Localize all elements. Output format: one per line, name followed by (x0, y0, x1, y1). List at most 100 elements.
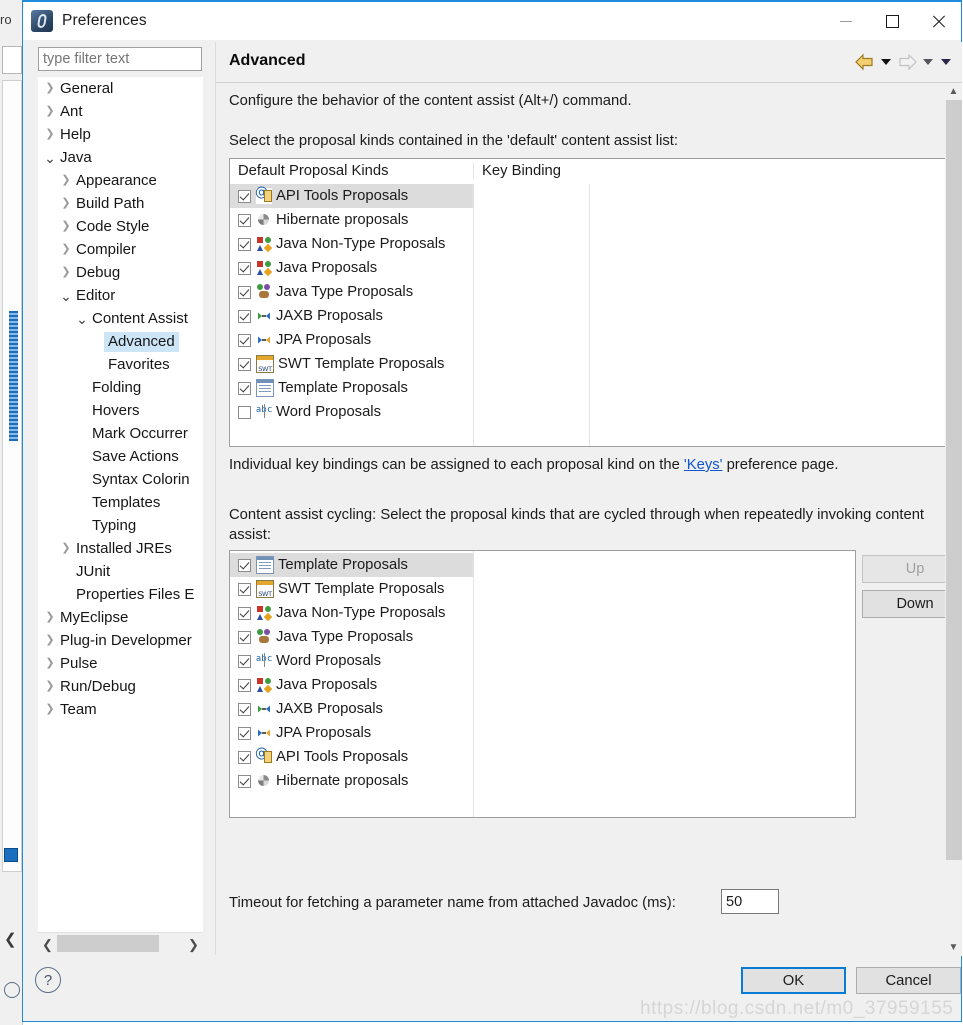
keys-preference-link[interactable]: 'Keys' (684, 457, 723, 473)
content-vscroll-track[interactable] (945, 100, 962, 939)
scroll-up-icon[interactable]: ▲ (945, 83, 962, 100)
chevron-right-icon[interactable]: ❯ (58, 267, 74, 278)
tree-item-ant[interactable]: ❯ Ant (38, 100, 203, 123)
tree-item-help[interactable]: ❯ Help (38, 123, 203, 146)
chevron-right-icon[interactable]: ❯ (58, 543, 74, 554)
chevron-right-icon[interactable]: ❯ (58, 198, 74, 209)
tree-item-hovers[interactable]: Hovers (38, 399, 203, 422)
proposal-kind-row[interactable]: JAXB Proposals (230, 697, 855, 721)
chevron-right-icon[interactable]: ❯ (58, 221, 74, 232)
maximize-button[interactable] (869, 2, 915, 40)
default-proposal-kinds-table[interactable]: Default Proposal Kinds Key Binding API T… (229, 158, 945, 447)
proposal-kind-checkbox[interactable] (238, 309, 251, 323)
timeout-input[interactable] (721, 889, 779, 914)
cycling-table-rows[interactable]: Template Proposals SWT Template Proposals… (230, 551, 855, 817)
tree-item-installed-jres[interactable]: ❯ Installed JREs (38, 537, 203, 560)
chevron-right-icon[interactable]: ❯ (42, 658, 58, 669)
view-menu-icon[interactable] (938, 52, 954, 72)
proposal-kind-checkbox[interactable] (238, 606, 251, 620)
tree-item-java[interactable]: ⌄ Java (38, 146, 203, 169)
proposal-kind-checkbox[interactable] (238, 381, 251, 395)
proposal-kind-row[interactable]: Java Non-Type Proposals (230, 601, 855, 625)
tree-item-code-style[interactable]: ❯ Code Style (38, 215, 203, 238)
close-button[interactable] (915, 2, 961, 40)
proposal-kind-row[interactable]: Template Proposals (230, 553, 473, 577)
chevron-right-icon[interactable]: ❯ (42, 129, 58, 140)
tree-item-advanced[interactable]: Advanced (38, 330, 203, 353)
tree-item-typing[interactable]: Typing (38, 514, 203, 537)
minimize-button[interactable] (823, 2, 869, 40)
move-up-button[interactable]: Up (862, 555, 945, 583)
proposal-kind-row[interactable]: JPA Proposals (230, 328, 945, 352)
proposal-kind-row[interactable]: JAXB Proposals (230, 304, 945, 328)
preference-tree[interactable]: ❯ General ❯ Ant ❯ Help ⌄ Java ❯ Appearance ❯ Build … (38, 77, 203, 932)
proposal-kind-row[interactable]: Java Type Proposals (230, 280, 945, 304)
proposal-kind-row[interactable]: Hibernate proposals (230, 769, 855, 793)
proposal-kind-row[interactable]: Template Proposals (230, 376, 945, 400)
proposal-kind-checkbox[interactable] (238, 333, 251, 347)
tree-item-plug-in-developmer[interactable]: ❯ Plug-in Developmer (38, 629, 203, 652)
proposal-kind-checkbox[interactable] (238, 774, 251, 788)
scroll-down-icon[interactable]: ▼ (945, 939, 962, 956)
cycling-proposal-kinds-table[interactable]: Template Proposals SWT Template Proposals… (229, 550, 856, 818)
proposal-kind-checkbox[interactable] (238, 237, 251, 251)
column-header-proposal-kinds[interactable]: Default Proposal Kinds (230, 163, 473, 179)
proposal-kind-checkbox[interactable] (238, 261, 251, 275)
chevron-right-icon[interactable]: ❯ (42, 106, 58, 117)
proposal-kind-checkbox[interactable] (238, 630, 251, 644)
proposal-kind-checkbox[interactable] (238, 726, 251, 740)
chevron-down-icon[interactable]: ⌄ (58, 289, 74, 303)
back-dropdown-icon[interactable] (878, 52, 894, 72)
proposal-kind-row[interactable]: JPA Proposals (230, 721, 855, 745)
tree-item-compiler[interactable]: ❯ Compiler (38, 238, 203, 261)
proposal-kind-checkbox[interactable] (238, 750, 251, 764)
tree-item-templates[interactable]: Templates (38, 491, 203, 514)
filter-input[interactable] (38, 47, 202, 71)
tree-item-build-path[interactable]: ❯ Build Path (38, 192, 203, 215)
chevron-right-icon[interactable]: ❯ (42, 612, 58, 623)
chevron-left-icon[interactable]: ❮ (38, 938, 57, 951)
proposal-kind-checkbox[interactable] (238, 405, 251, 419)
proposal-kind-row[interactable]: Word Proposals (230, 649, 855, 673)
tree-item-pulse[interactable]: ❯ Pulse (38, 652, 203, 675)
tree-item-syntax-colorin[interactable]: Syntax Colorin (38, 468, 203, 491)
tree-hscroll-thumb[interactable] (57, 935, 159, 952)
column-header-key-binding[interactable]: Key Binding (473, 163, 589, 179)
proposal-kind-checkbox[interactable] (238, 558, 251, 572)
chevron-right-icon[interactable]: ❯ (58, 175, 74, 186)
content-vscroll-thumb[interactable] (946, 100, 962, 860)
chevron-right-icon[interactable]: ❯ (58, 244, 74, 255)
chevron-right-icon[interactable]: ❯ (42, 681, 58, 692)
ok-button[interactable]: OK (741, 967, 846, 994)
proposal-kind-checkbox[interactable] (238, 582, 251, 596)
tree-item-debug[interactable]: ❯ Debug (38, 261, 203, 284)
default-table-rows[interactable]: API Tools Proposals Hibernate proposals Ja… (230, 184, 945, 446)
proposal-kind-checkbox[interactable] (238, 213, 251, 227)
cancel-button[interactable]: Cancel (856, 967, 961, 994)
chevron-right-icon[interactable]: ❯ (42, 635, 58, 646)
proposal-kind-row[interactable]: Java Type Proposals (230, 625, 855, 649)
proposal-kind-checkbox[interactable] (238, 189, 251, 203)
proposal-kind-row[interactable]: SWT Template Proposals (230, 577, 855, 601)
proposal-kind-row[interactable]: Word Proposals (230, 400, 945, 424)
tree-item-editor[interactable]: ⌄ Editor (38, 284, 203, 307)
proposal-kind-checkbox[interactable] (238, 654, 251, 668)
help-icon[interactable]: ? (35, 967, 61, 993)
chevron-down-icon[interactable]: ⌄ (74, 312, 90, 326)
tree-horizontal-scrollbar[interactable]: ❮ ❯ (38, 932, 203, 955)
back-arrow-icon[interactable] (854, 52, 876, 72)
tree-item-run-debug[interactable]: ❯ Run/Debug (38, 675, 203, 698)
proposal-kind-row[interactable]: SWT Template Proposals (230, 352, 945, 376)
tree-item-general[interactable]: ❯ General (38, 77, 203, 100)
proposal-kind-row[interactable]: Java Non-Type Proposals (230, 232, 945, 256)
tree-hscroll-track[interactable] (57, 933, 184, 955)
proposal-kind-checkbox[interactable] (238, 357, 251, 371)
tree-item-properties-files-e[interactable]: Properties Files E (38, 583, 203, 606)
proposal-kind-row[interactable]: Hibernate proposals (230, 208, 945, 232)
tree-item-appearance[interactable]: ❯ Appearance (38, 169, 203, 192)
move-down-button[interactable]: Down (862, 590, 945, 618)
proposal-kind-checkbox[interactable] (238, 285, 251, 299)
tree-item-save-actions[interactable]: Save Actions (38, 445, 203, 468)
tree-item-mark-occurrer[interactable]: Mark Occurrer (38, 422, 203, 445)
chevron-right-icon[interactable]: ❯ (42, 83, 58, 94)
